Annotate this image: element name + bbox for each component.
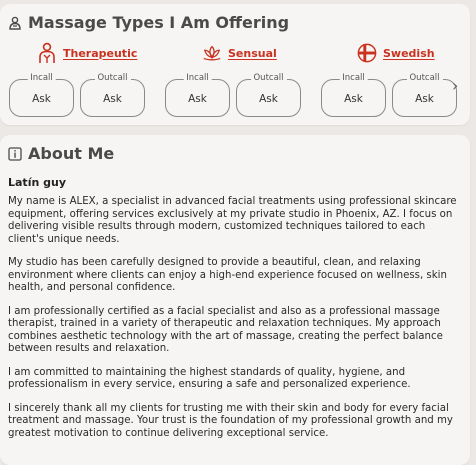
massage-type-label[interactable]: Sensual [228, 47, 277, 60]
box-value: Ask [103, 93, 122, 105]
box-value: Ask [188, 93, 207, 105]
incall-price-box[interactable]: Incall Ask [321, 73, 386, 117]
masseur-icon [8, 16, 22, 30]
box-value: Ask [415, 93, 434, 105]
massage-types-header: Massage Types I Am Offering [8, 13, 289, 32]
massage-type-sensual[interactable]: Sensual [202, 42, 277, 64]
massage-types-title: Massage Types I Am Offering [28, 13, 290, 32]
outcall-price-box[interactable]: Outcall Ask [236, 73, 301, 117]
profile-headline: Latín guy [8, 176, 66, 189]
box-legend: Outcall [94, 73, 131, 83]
box-legend: Outcall [406, 73, 443, 83]
about-me-header: About Me [8, 144, 114, 163]
about-paragraph: I am committed to maintaining the highes… [8, 366, 411, 391]
about-paragraph: My studio has been carefully designed to… [8, 257, 447, 293]
about-paragraph: I sincerely thank all my clients for tru… [8, 402, 453, 439]
box-value: Ask [32, 93, 51, 105]
box-value: Ask [259, 93, 278, 105]
about-paragraph: I am professionally certified as a facia… [8, 305, 443, 355]
about-me-card: About Me Latín guy My name is ALEX, a sp… [0, 135, 470, 465]
box-legend: Outcall [250, 73, 287, 83]
massage-types-row: Therapeutic Sensual Swedish [0, 42, 470, 72]
massage-type-label[interactable]: Swedish [383, 47, 435, 60]
massage-type-therapeutic[interactable]: Therapeutic [37, 42, 137, 64]
about-paragraph: My name is ALEX, a specialist in advance… [8, 196, 457, 245]
massage-types-card: Massage Types I Am Offering Therapeutic [0, 4, 470, 125]
incall-price-box[interactable]: Incall Ask [9, 73, 74, 117]
box-legend: Incall [183, 73, 212, 83]
incall-price-box[interactable]: Incall Ask [165, 73, 230, 117]
chevron-right-icon[interactable]: › [452, 76, 458, 95]
therapist-icon [37, 42, 57, 64]
outcall-price-box[interactable]: Outcall Ask [392, 73, 457, 117]
box-legend: Incall [27, 73, 56, 83]
box-value: Ask [344, 93, 363, 105]
about-me-text: My name is ALEX, a specialist in advance… [8, 196, 458, 451]
box-legend: Incall [339, 73, 368, 83]
lotus-icon [202, 42, 222, 64]
massage-type-swedish[interactable]: Swedish [357, 42, 435, 64]
about-me-title: About Me [28, 144, 115, 163]
swedish-cross-icon [357, 42, 377, 64]
info-icon [8, 146, 22, 161]
outcall-price-box[interactable]: Outcall Ask [80, 73, 145, 117]
massage-type-label[interactable]: Therapeutic [63, 47, 137, 60]
